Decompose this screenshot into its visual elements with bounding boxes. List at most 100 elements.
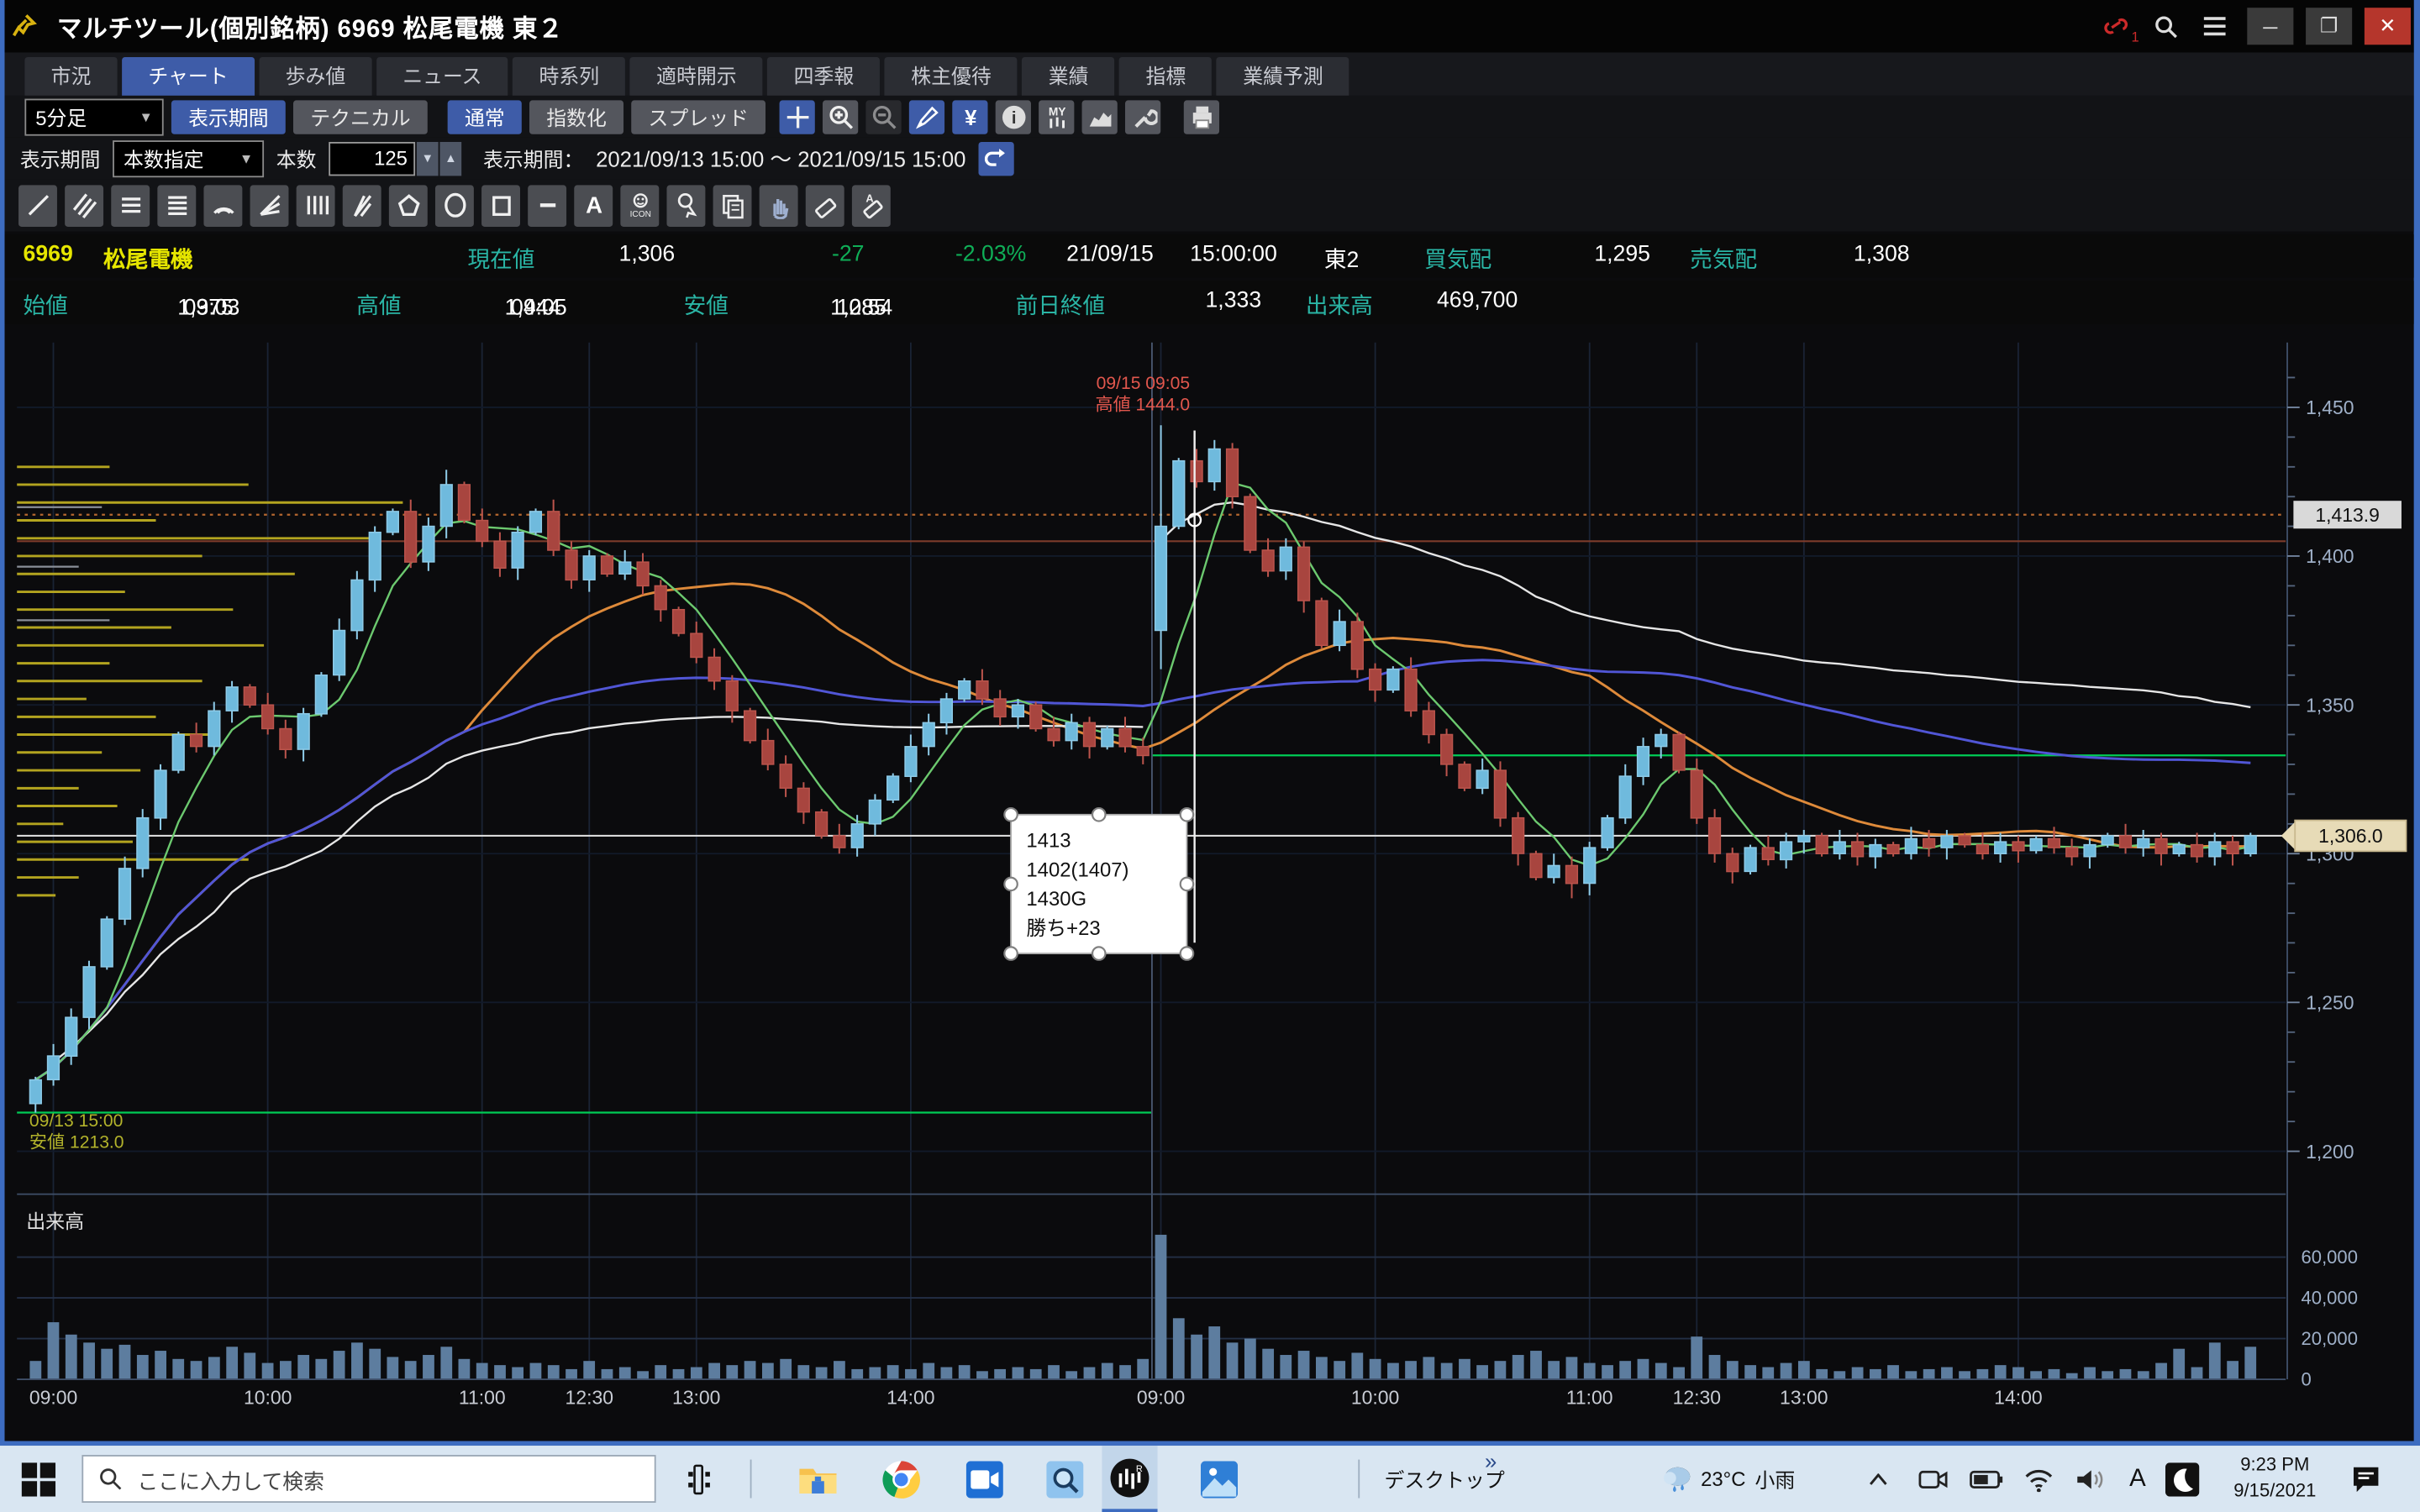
selection-handle[interactable]	[1181, 878, 1193, 890]
tab-業績予測[interactable]: 業績予測	[1217, 57, 1349, 96]
action-center-icon[interactable]	[2343, 1446, 2389, 1512]
explorer-taskbar-button[interactable]	[790, 1446, 845, 1512]
price-label: 現在値	[468, 242, 535, 275]
zoom-out-button[interactable]	[866, 99, 902, 133]
bid-label: 買気配	[1424, 242, 1491, 275]
maximize-button[interactable]: ❐	[2306, 8, 2352, 45]
tab-市況[interactable]: 市況	[24, 57, 117, 96]
technical-button[interactable]: テクニカル	[293, 99, 428, 133]
normal-button[interactable]: 通常	[448, 99, 522, 133]
ellipse-tool[interactable]	[435, 184, 474, 226]
hlines4-tool[interactable]	[157, 184, 196, 226]
price-axis: 1,4501,4001,3501,3001,2501,200	[2287, 377, 2354, 1162]
selection-handle[interactable]	[1004, 947, 1017, 959]
svg-text:勝ち+23: 勝ち+23	[1026, 917, 1100, 940]
wrench-button[interactable]	[1125, 99, 1160, 133]
minimize-button[interactable]: ─	[2247, 8, 2293, 45]
svg-text:11:00: 11:00	[1566, 1386, 1613, 1408]
count-down-button[interactable]: ▼	[417, 141, 439, 175]
info-button[interactable]: i	[996, 99, 1031, 133]
price-chart[interactable]: 14131402(1407)1430G勝ち+23 1,4501,4001,3501…	[9, 327, 2418, 1441]
trendline-tool[interactable]	[18, 184, 57, 226]
tab-ニュース[interactable]: ニュース	[376, 57, 508, 96]
printer-button[interactable]	[1184, 99, 1219, 133]
menu-icon[interactable]	[2195, 8, 2235, 45]
vlines-tool[interactable]	[297, 184, 335, 226]
tab-指標[interactable]: 指標	[1119, 57, 1212, 96]
pitchfork-tool[interactable]	[343, 184, 381, 226]
tab-株主優待[interactable]: 株主優待	[885, 57, 1018, 96]
stock-code: 6969	[24, 242, 73, 266]
copy-tool[interactable]	[713, 184, 752, 226]
eraser-all-tool[interactable]: A	[852, 184, 891, 226]
yen-button[interactable]: ¥	[952, 99, 987, 133]
rect-tool[interactable]	[481, 184, 520, 226]
hand-tool[interactable]	[760, 184, 798, 226]
speaker-icon[interactable]	[2071, 1446, 2112, 1512]
weather-icon[interactable]	[1658, 1446, 1698, 1512]
svg-text:i: i	[1011, 108, 1016, 127]
fan-tool[interactable]	[250, 184, 289, 226]
hidden-icons-chevron[interactable]	[1861, 1446, 1895, 1512]
hlines3-tool[interactable]	[111, 184, 150, 226]
count-mode-select[interactable]: 本数指定▼	[113, 139, 264, 176]
stamp-tool[interactable]: ICON	[620, 184, 659, 226]
arc-tool[interactable]	[203, 184, 242, 226]
timeframe-select[interactable]: 5分足▼	[24, 98, 163, 135]
tab-歩み値[interactable]: 歩み値	[259, 57, 371, 96]
taskbar-clock[interactable]: 9:23 PM 9/15/2021	[2217, 1452, 2334, 1504]
eraser-all-icon: A	[857, 192, 885, 219]
task-view-button[interactable]	[679, 1446, 725, 1512]
link-icon[interactable]: 1	[2096, 8, 2136, 45]
add-button[interactable]	[780, 99, 815, 133]
area-chart-button[interactable]	[1082, 99, 1118, 133]
tab-四季報[interactable]: 四季報	[767, 57, 880, 96]
count-input[interactable]: 125	[329, 141, 415, 175]
selection-handle[interactable]	[1181, 947, 1193, 959]
weather-text[interactable]: 23°C小雨	[1701, 1446, 1855, 1512]
selection-handle[interactable]	[1092, 808, 1105, 821]
chrome-taskbar-button[interactable]	[874, 1446, 929, 1512]
display-period-button[interactable]: 表示期間	[171, 99, 286, 133]
selection-handle[interactable]	[1004, 808, 1017, 821]
eraser-tool[interactable]	[806, 184, 844, 226]
spread-button[interactable]: スプレッド	[631, 99, 765, 133]
pointer-tool[interactable]	[666, 184, 705, 226]
note-annotation[interactable]: 14131402(1407)1430G勝ち+23	[1004, 808, 1193, 960]
tab-適時開示[interactable]: 適時開示	[630, 57, 763, 96]
parallel-lines-tool[interactable]	[65, 184, 103, 226]
wifi-icon[interactable]	[2018, 1446, 2059, 1512]
my-chart-button[interactable]: MY	[1039, 99, 1074, 133]
ime-icon[interactable]	[2160, 1446, 2203, 1512]
pencil-button[interactable]	[909, 99, 944, 133]
camera-icon[interactable]	[1914, 1446, 1954, 1512]
text-tool[interactable]: A	[574, 184, 613, 226]
tab-チャート[interactable]: チャート	[122, 57, 255, 96]
selection-handle[interactable]	[1004, 878, 1017, 890]
low-value: 1,285 10:54	[830, 288, 836, 312]
search-icon[interactable]	[2145, 8, 2186, 45]
taskbar-search-input[interactable]: ここに入力して検索	[82, 1455, 655, 1503]
battery-icon[interactable]	[1966, 1446, 2007, 1512]
pentagon-tool[interactable]	[389, 184, 428, 226]
hsegment-tool[interactable]	[528, 184, 566, 226]
photos-taskbar-button[interactable]	[1192, 1446, 1247, 1512]
ime-mode-letter[interactable]: A	[2121, 1446, 2154, 1512]
selection-handle[interactable]	[1092, 947, 1105, 959]
drawn-vertical-line[interactable]	[1188, 430, 1201, 942]
close-button[interactable]: ✕	[2365, 8, 2411, 45]
reset-range-button[interactable]	[978, 141, 1013, 175]
tab-時系列[interactable]: 時系列	[513, 57, 625, 96]
start-button[interactable]	[13, 1446, 65, 1512]
count-up-button[interactable]: ▲	[440, 141, 462, 175]
magnifier-app-taskbar-button[interactable]	[1037, 1446, 1092, 1512]
screen: マルチツール(個別銘柄) 6969 松尾電機 東２ 1 ─ ❐ ✕ 市況チャート…	[0, 0, 2420, 1512]
video-app-taskbar-button[interactable]	[957, 1446, 1013, 1512]
tab-業績[interactable]: 業績	[1023, 57, 1115, 96]
selection-handle[interactable]	[1181, 808, 1193, 821]
zoom-in-button[interactable]	[823, 99, 858, 133]
toolbar-expand-chevron[interactable]: »	[1485, 1449, 1497, 1473]
trading-app-taskbar-button[interactable]: R	[1102, 1446, 1157, 1512]
bid-price: 1,295	[1594, 242, 1650, 266]
indexed-button[interactable]: 指数化	[529, 99, 623, 133]
